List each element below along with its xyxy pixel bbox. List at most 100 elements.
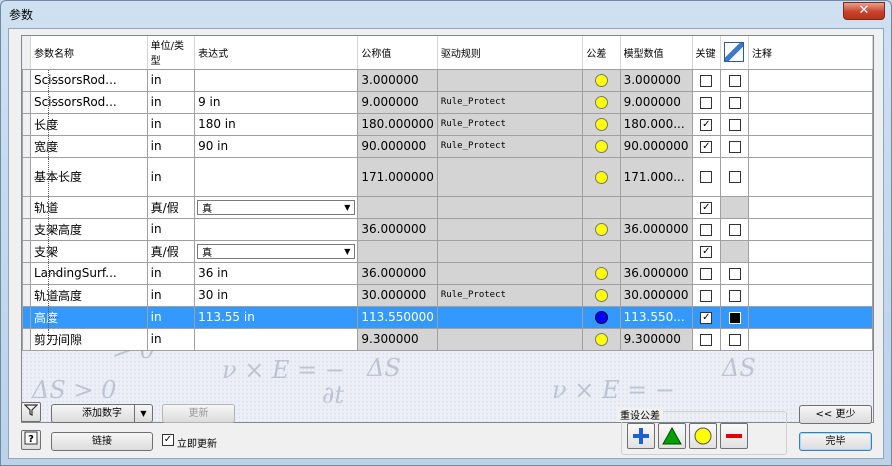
row-header[interactable]: [22, 283, 31, 307]
key-cell[interactable]: [691, 217, 722, 241]
comment-cell[interactable]: [748, 239, 873, 263]
comment-cell[interactable]: [748, 217, 873, 241]
export-cell[interactable]: [720, 327, 750, 351]
col-header-rule[interactable]: 驱动规则: [437, 36, 584, 70]
key-cell[interactable]: ✓: [691, 239, 722, 263]
add-number-button[interactable]: 添加数字 ▼: [51, 404, 153, 423]
expression-cell[interactable]: 9 in: [194, 90, 359, 114]
param-name-cell[interactable]: LandingSurf...: [29, 261, 148, 285]
param-name-cell[interactable]: 长度: [29, 112, 148, 136]
table-row[interactable]: ScissorsRod... in 9 in 9.000000 Rule_Protect…: [22, 90, 873, 114]
export-checkbox[interactable]: [728, 289, 741, 302]
unit-cell[interactable]: 真/假: [146, 195, 196, 219]
unit-cell[interactable]: in: [146, 90, 196, 114]
key-checkbox[interactable]: ✓: [700, 140, 713, 153]
row-header[interactable]: [22, 112, 31, 136]
col-header-tolerance[interactable]: 公差: [582, 36, 621, 70]
key-checkbox[interactable]: [700, 74, 713, 87]
tolerance-cell[interactable]: [582, 134, 621, 158]
comment-cell[interactable]: [748, 156, 873, 197]
immediate-update-checkbox[interactable]: ✓: [162, 434, 174, 446]
row-header[interactable]: [22, 68, 31, 92]
table-row[interactable]: LandingSurf... in 36 in 36.000000 36.000000: [22, 261, 873, 285]
expression-cell[interactable]: 30 in: [194, 283, 359, 307]
tolerance-lower-button[interactable]: [720, 423, 748, 449]
table-row[interactable]: 宽度 in 90 in 90.000000 Rule_Protect 90.000000 ✓: [22, 134, 873, 158]
expression-cell[interactable]: [194, 156, 359, 197]
table-row[interactable]: 剪刀间隙 in 9.300000 9.300000: [22, 327, 873, 351]
expression-cell[interactable]: 真 ▼: [194, 195, 359, 219]
param-name-cell[interactable]: 支架高度: [29, 217, 148, 241]
unit-cell[interactable]: in: [146, 305, 196, 329]
expression-cell[interactable]: 180 in: [194, 112, 359, 136]
param-name-cell[interactable]: 基本长度: [29, 156, 148, 197]
param-name-cell[interactable]: 轨道: [29, 195, 148, 219]
table-row[interactable]: 轨道高度 in 30 in 30.000000 Rule_Protect 30.00000…: [22, 283, 873, 307]
unit-cell[interactable]: in: [146, 156, 196, 197]
row-header[interactable]: [22, 327, 31, 351]
tolerance-cell[interactable]: [582, 327, 621, 351]
unit-cell[interactable]: in: [146, 68, 196, 92]
row-header[interactable]: [22, 156, 31, 197]
export-checkbox[interactable]: [728, 140, 741, 153]
col-header-name[interactable]: 参数名称: [30, 36, 148, 70]
key-checkbox[interactable]: [700, 267, 713, 280]
export-cell[interactable]: [720, 112, 750, 136]
table-row[interactable]: 基本长度 in 171.000000 171.000...: [22, 156, 873, 197]
comment-cell[interactable]: [748, 283, 873, 307]
unit-cell[interactable]: in: [146, 327, 196, 351]
close-button[interactable]: ✕: [843, 2, 885, 20]
comment-cell[interactable]: [748, 134, 873, 158]
expression-cell[interactable]: [194, 68, 359, 92]
tolerance-cell[interactable]: [582, 217, 621, 241]
key-cell[interactable]: [691, 261, 722, 285]
tolerance-upper-button[interactable]: [627, 423, 655, 449]
unit-cell[interactable]: in: [146, 134, 196, 158]
export-checkbox[interactable]: [728, 171, 741, 183]
tolerance-cell[interactable]: [582, 195, 621, 219]
comment-cell[interactable]: [748, 261, 873, 285]
expression-cell[interactable]: 113.55 in: [194, 305, 359, 329]
comment-cell[interactable]: [748, 327, 873, 351]
tolerance-cell[interactable]: [582, 261, 621, 285]
col-header-export[interactable]: [720, 36, 750, 70]
export-checkbox[interactable]: [728, 96, 741, 109]
tolerance-cell[interactable]: [582, 283, 621, 307]
export-cell[interactable]: [720, 239, 750, 263]
key-checkbox[interactable]: ✓: [700, 201, 713, 214]
tolerance-cell[interactable]: [582, 156, 621, 197]
key-cell[interactable]: [691, 327, 722, 351]
key-checkbox[interactable]: ✓: [700, 311, 713, 324]
expression-cell[interactable]: 36 in: [194, 261, 359, 285]
export-checkbox[interactable]: [728, 118, 741, 131]
export-checkbox[interactable]: [728, 267, 741, 280]
comment-cell[interactable]: [748, 195, 873, 219]
export-checkbox[interactable]: [728, 74, 741, 87]
comment-cell[interactable]: [748, 68, 873, 92]
key-cell[interactable]: ✓: [691, 195, 722, 219]
tolerance-median-button[interactable]: [658, 423, 686, 449]
parameters-grid[interactable]: > 0 ν × E = − ∂t ΔS ΔS > 0 ν × E = − ΔS …: [21, 35, 874, 423]
table-row[interactable]: 长度 in 180 in 180.000000 Rule_Protect 180.000.…: [22, 112, 873, 136]
key-checkbox[interactable]: ✓: [700, 245, 713, 258]
export-cell[interactable]: [720, 305, 750, 329]
export-cell[interactable]: [720, 68, 750, 92]
table-row[interactable]: 高度 in 113.55 in 113.550000 113.550... ✓: [22, 305, 873, 329]
export-cell[interactable]: [720, 195, 750, 219]
unit-cell[interactable]: in: [146, 217, 196, 241]
comment-cell[interactable]: [748, 112, 873, 136]
tolerance-cell[interactable]: [582, 239, 621, 263]
link-button[interactable]: 链接: [51, 432, 153, 451]
filter-button[interactable]: [21, 402, 41, 422]
col-header-key[interactable]: 关键: [692, 36, 722, 70]
key-cell[interactable]: [691, 90, 722, 114]
export-checkbox[interactable]: [728, 311, 741, 324]
export-cell[interactable]: [720, 134, 750, 158]
row-header[interactable]: [22, 90, 31, 114]
col-header-expression[interactable]: 表达式: [194, 36, 359, 70]
row-header[interactable]: [22, 305, 31, 329]
col-header-comment[interactable]: 注释: [748, 36, 873, 70]
update-button[interactable]: 更新: [162, 404, 235, 423]
param-name-cell[interactable]: 剪刀间隙: [29, 327, 148, 351]
param-name-cell[interactable]: ScissorsRod...: [29, 90, 148, 114]
